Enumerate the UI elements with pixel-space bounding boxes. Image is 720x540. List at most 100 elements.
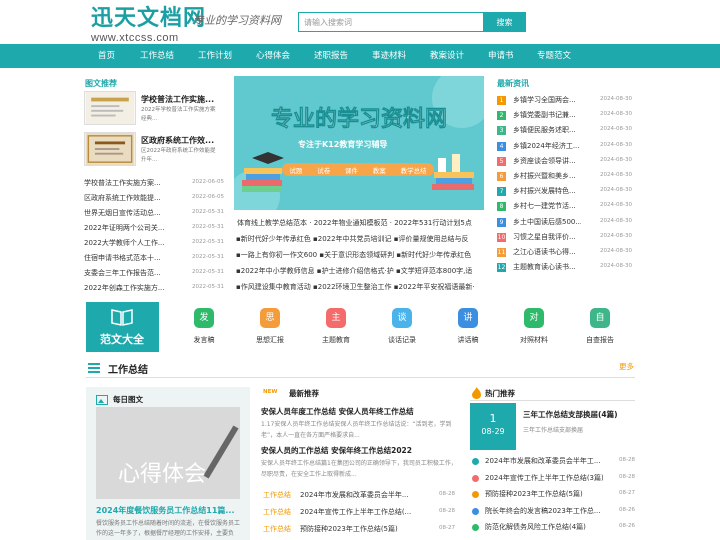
category-item[interactable]: 自自查报告 xyxy=(570,303,630,351)
link[interactable]: 护士进修介绍信格式·护 xyxy=(322,267,394,275)
list-item[interactable]: 学校普法工作实施方案... 2022-06-05 xyxy=(84,178,228,190)
latest-item[interactable]: 3 乡镇便民服务述职... 2024-08-30 xyxy=(497,125,637,137)
latest-item[interactable]: 5 乡资座谈会领导讲... 2024-08-30 xyxy=(497,156,637,168)
search-input[interactable]: 请输入搜索词 xyxy=(298,12,483,32)
hot-item-date: 08-26 xyxy=(619,506,635,513)
nav-item-experience[interactable]: 心得体会 xyxy=(256,44,290,68)
latest-item[interactable]: 9 乡土中国读后感500... 2024-08-30 xyxy=(497,217,637,229)
latest-date: 2024-08-30 xyxy=(600,217,632,224)
list-item[interactable]: 2022年创森工作实施方... 2022-05-31 xyxy=(84,283,228,295)
list-item[interactable]: 区政府系统工作效能提... 2022-06-05 xyxy=(84,193,228,205)
list-item[interactable]: 世界无烟日宣传活动总... 2022-05-31 xyxy=(84,208,228,220)
list-item[interactable]: 支委会三年工作报告范... 2022-05-31 xyxy=(84,268,228,280)
link-row: ▪新时代好少年传承红色 ▪2022年中共党员培训记 ▪评价量规使用总结与反 xyxy=(236,235,469,243)
category-label: 谈话记录 xyxy=(388,336,416,344)
featured-title: 学校普法工作实施... xyxy=(141,95,215,104)
featured-card[interactable]: 区政府系统工作效... 区2022年政府系统工作效能提升年... xyxy=(84,132,228,166)
category-label: 讲话稿 xyxy=(457,336,479,344)
hot-item[interactable]: 院长年终会的发言稿2023年工作总... 08-26 xyxy=(472,506,635,519)
list-item[interactable]: 住宿申请书格式范本十... 2022-05-31 xyxy=(84,253,228,265)
hot-item[interactable]: 2024年市发展和改革委员会半年工... 08-28 xyxy=(472,456,635,469)
hot-heading: 热门推荐 xyxy=(485,389,515,398)
nav-item-deeds[interactable]: 事迹材料 xyxy=(372,44,406,68)
latest-heading: 最新资讯 xyxy=(497,79,529,88)
nav-item-report[interactable]: 述职报告 xyxy=(314,44,348,68)
table-row[interactable]: 工作总结 2024年市发展和改革委员会半年... 08-28 xyxy=(263,490,457,504)
category-all-label: 范文大全 xyxy=(100,333,144,346)
category-all[interactable]: 范文大全 xyxy=(86,302,159,352)
list-icon xyxy=(88,363,100,373)
link[interactable]: 2022年中共党员培训记 xyxy=(318,235,392,243)
link-row: ▪2022年中小学教师信息 ▪护士进修介绍信格式·护 ▪文学短评范本800字,适 xyxy=(236,267,473,275)
latest-item[interactable]: 11 之江心语读书心得... 2024-08-30 xyxy=(497,247,637,259)
latest-item[interactable]: 10 习惯之星自我评价... 2024-08-30 xyxy=(497,232,637,244)
category-item[interactable]: 讲讲话稿 xyxy=(438,303,498,351)
link[interactable]: 2022年531行动计划5点 xyxy=(394,219,472,227)
hot-top-item[interactable]: 1 08-29 三年工作总结支部换届(4篇) 三年工作总结支部换届 xyxy=(470,403,635,451)
category-icon: 对 xyxy=(524,308,544,328)
list-item[interactable]: 2022大学教师个人工作... 2022-05-31 xyxy=(84,238,228,250)
table-row[interactable]: 工作总结 2024年宣传工作上半年工作总结(... 08-28 xyxy=(263,507,457,521)
site-logo[interactable]: 迅天文档网 www.xtccss.com xyxy=(91,6,206,44)
latest-date: 2024-08-30 xyxy=(600,172,632,178)
banner-tags: 试题 试卷 课件 教案 教学总结 xyxy=(282,163,434,176)
more-link[interactable]: 更多 xyxy=(619,361,634,372)
latest-title: 乡资座谈会领导讲... xyxy=(513,156,576,165)
daily-card[interactable]: 每日图文 心得体会 2024年度餐饮服务员工作总结11篇... 餐饮服务员工作总… xyxy=(86,387,250,540)
hot-item[interactable]: 防范化解债务风险工作总结(4篇) 08-26 xyxy=(472,522,635,535)
bullet-icon xyxy=(472,474,479,482)
link[interactable]: 文学短评范本800字,适 xyxy=(401,267,473,275)
category-label: 发言稿 xyxy=(193,336,215,344)
link[interactable]: 一路上有你初一作文600 xyxy=(241,251,317,259)
article-desc: 1.17安保人员年终工作总结安保人员年终工作总结话说：“活到老，学到老”，本人一… xyxy=(261,421,452,439)
latest-item[interactable]: 6 乡村振兴暨和美乡... 2024-08-30 xyxy=(497,171,637,183)
nav-item-lesson[interactable]: 教案设计 xyxy=(430,44,464,68)
link[interactable]: 新时代好少年传承红色 xyxy=(241,235,311,243)
latest-item[interactable]: 7 乡村振兴发展特色... 2024-08-30 xyxy=(497,186,637,198)
category-item[interactable]: 主主题教育 xyxy=(306,303,366,351)
category-item[interactable]: 对对照材料 xyxy=(504,303,564,351)
link[interactable]: 作风建设集中教育活动 xyxy=(241,283,311,291)
hot-item[interactable]: 2024年宣传工作上半年工作总结(3篇) 08-28 xyxy=(472,473,635,486)
latest-title: 之江心语读书心得... xyxy=(513,248,576,256)
list-item[interactable]: 2022年证明两个公司关... 2022-05-31 xyxy=(84,223,228,235)
link[interactable]: 2022年平安祝福语最新· xyxy=(399,283,475,291)
nav-item-topics[interactable]: 专题范文 xyxy=(537,44,571,68)
category-item[interactable]: 发发言稿 xyxy=(174,303,234,351)
hero-banner[interactable]: 专业的学习资料网 专注于K12教育学习辅导 试题 试卷 课件 教案 教学总结 xyxy=(234,76,484,210)
category-item[interactable]: 思思想汇报 xyxy=(240,303,300,351)
category-icon: 讲 xyxy=(458,308,478,328)
featured-card[interactable]: 学校普法工作实施... 2022年学校普法工作实施方案经典... xyxy=(84,91,228,125)
hot-title: 三年工作总结支部换届(4篇) xyxy=(523,410,618,419)
daily-heading: 每日图文 xyxy=(113,395,143,404)
rank-number: 7 xyxy=(497,187,506,197)
latest-item[interactable]: 2 乡镇党委副书记兼... 2024-08-30 xyxy=(497,110,637,122)
nav-item-home[interactable]: 首页 xyxy=(98,44,115,68)
article-title[interactable]: 安保人员年度工作总结 安保人员年终工作总结 xyxy=(261,406,414,417)
latest-item[interactable]: 4 乡镇2024年经济工... 2024-08-30 xyxy=(497,141,637,153)
link[interactable]: 体育线上教学总结范本 xyxy=(237,219,307,227)
link[interactable]: 2022环境卫生整治工作 xyxy=(318,283,392,291)
latest-title: 主题教育读心读书... xyxy=(513,263,576,272)
featured-thumbnail xyxy=(84,132,136,166)
hot-item[interactable]: 预防接种2023年工作总结(5篇) 08-27 xyxy=(472,489,635,502)
category-item[interactable]: 谈谈话记录 xyxy=(372,303,432,351)
latest-title: 乡镇便民服务述职... xyxy=(513,126,576,135)
link[interactable]: 关于意识形态领域研判 xyxy=(324,251,394,259)
link[interactable]: 2022年中小学教师信息 xyxy=(241,267,315,275)
banner-tag: 试题 xyxy=(289,166,303,175)
latest-item[interactable]: 12 主题教育读心读书... 2024-08-30 xyxy=(497,262,637,274)
link[interactable]: 评价量规使用总结与反 xyxy=(399,235,469,243)
latest-item[interactable]: 1 乡镇学习全国两会... 2024-08-30 xyxy=(497,95,637,107)
latest-title: 乡镇学习全国两会... xyxy=(513,96,576,104)
nav-item-application[interactable]: 申请书 xyxy=(488,44,514,68)
table-row[interactable]: 工作总结 预防接种2023年工作总结(5篇) 08-27 xyxy=(263,524,457,538)
link-row: ▪一路上有你初一作文600 ▪关于意识形态领域研判 ▪新时代好少年传承红色 xyxy=(236,251,472,259)
search-button[interactable]: 搜索 xyxy=(483,12,526,32)
nav-item-work-plan[interactable]: 工作计划 xyxy=(198,44,232,68)
latest-item[interactable]: 8 乡村七一建党节活... 2024-08-30 xyxy=(497,201,637,213)
link[interactable]: 新时代好少年传承红色 xyxy=(401,251,471,259)
nav-item-work-summary[interactable]: 工作总结 xyxy=(140,44,174,68)
article-title[interactable]: 安保人员的工作总结 安保年终工作总结2022 xyxy=(261,445,412,456)
link[interactable]: 2022年物业通知模板范 xyxy=(314,219,388,227)
